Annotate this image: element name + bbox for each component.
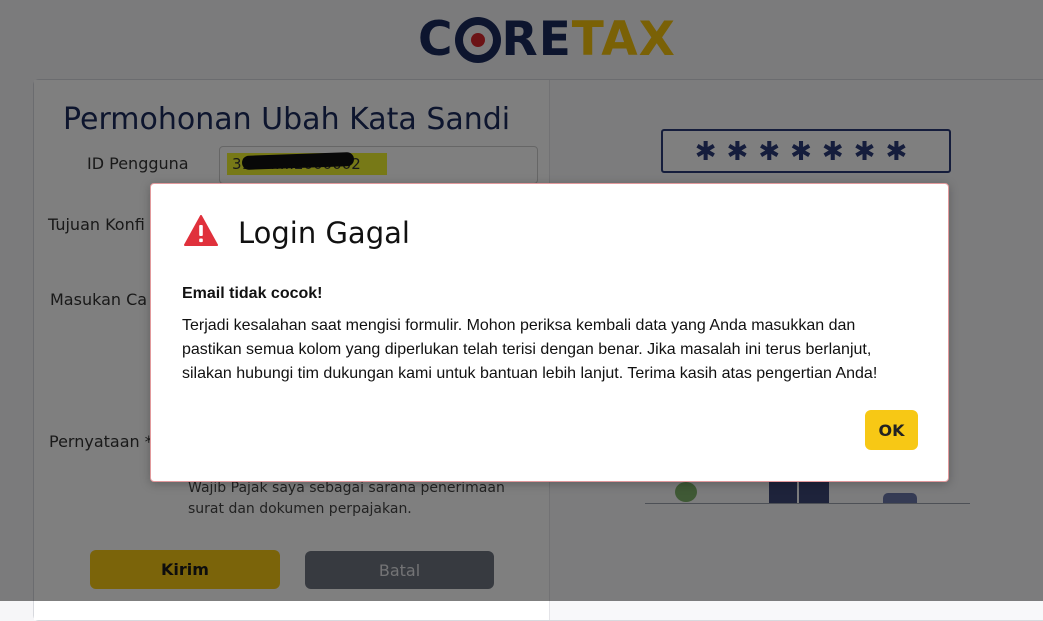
ok-button[interactable]: OK bbox=[865, 410, 918, 450]
warning-icon bbox=[184, 215, 218, 246]
dialog-message: Terjadi kesalahan saat mengisi formulir.… bbox=[182, 317, 878, 382]
dialog-title: Login Gagal bbox=[238, 216, 410, 250]
dialog-subtitle: Email tidak cocok! bbox=[182, 285, 323, 302]
login-failed-dialog: Login Gagal Email tidak cocok! Terjadi k… bbox=[150, 183, 949, 482]
